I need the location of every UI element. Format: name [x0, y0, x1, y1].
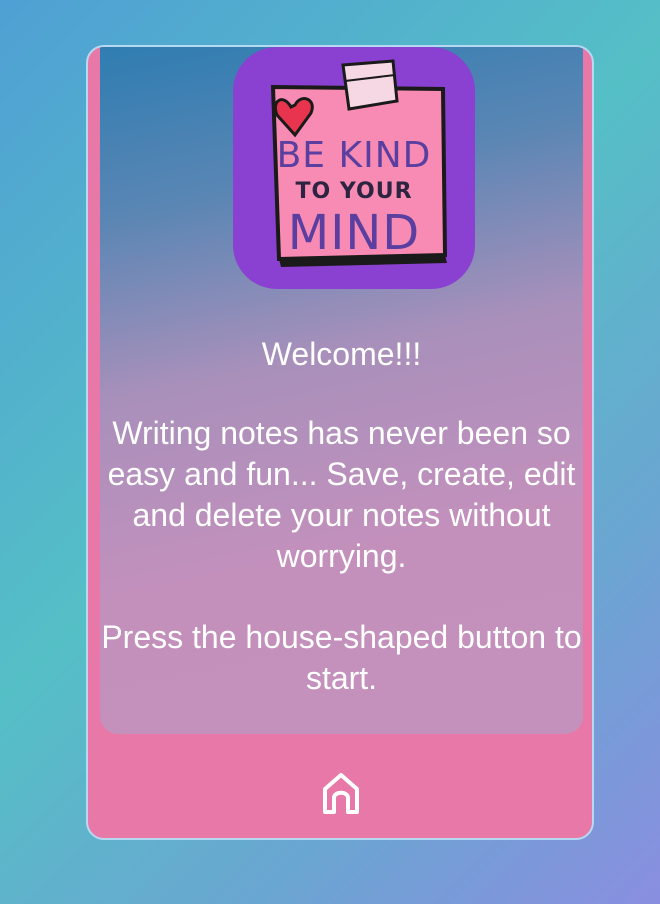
home-button[interactable] — [319, 769, 363, 817]
welcome-description: Writing notes has never been so easy and… — [107, 415, 576, 574]
logo-line-1: BE KIND — [276, 135, 432, 176]
start-instruction: Press the house-shaped button to start. — [101, 619, 582, 696]
logo-line-2: TO YOUR — [295, 179, 413, 204]
welcome-card: BE KIND TO YOUR MIND Welcome!!! Writing … — [86, 45, 594, 840]
home-icon — [323, 773, 359, 814]
logo-line-3: MIND — [287, 205, 421, 261]
app-logo: BE KIND TO YOUR MIND — [233, 47, 475, 289]
welcome-panel: BE KIND TO YOUR MIND Welcome!!! Writing … — [100, 47, 583, 734]
welcome-title: Welcome!!! — [261, 336, 422, 372]
